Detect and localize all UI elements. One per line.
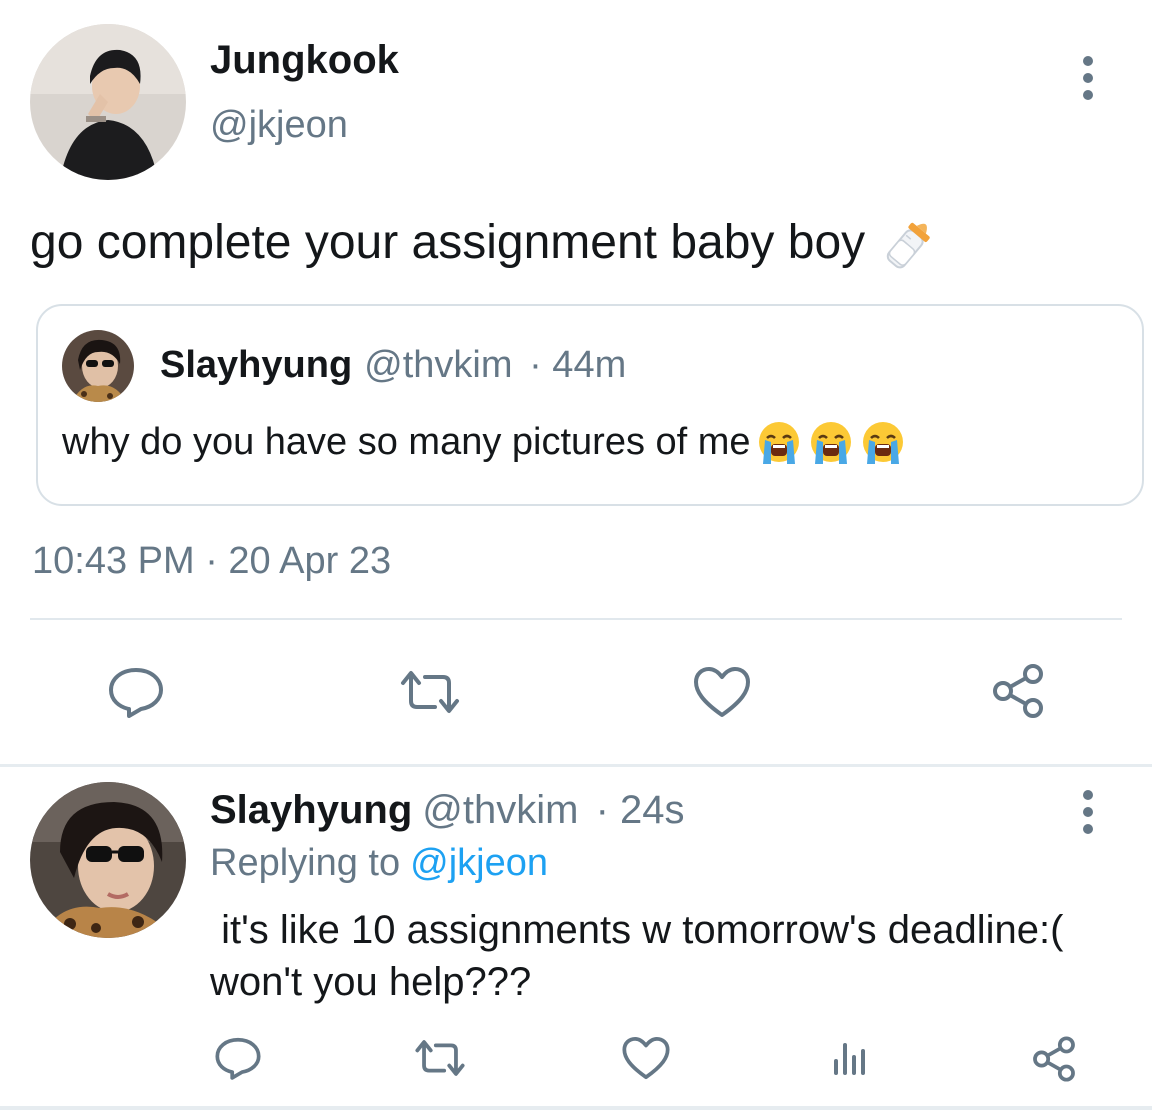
quoted-tweet-card[interactable] <box>36 304 1144 506</box>
reply-button[interactable] <box>100 662 172 722</box>
reply-author-name[interactable]: Slayhyung <box>210 788 412 832</box>
retweet-button[interactable] <box>390 662 470 722</box>
share-icon <box>1030 1035 1078 1083</box>
reply-tweet-body: it's like 10 assignments w tomorrow's de… <box>210 904 1140 1008</box>
section-divider <box>0 1106 1152 1110</box>
tweet-timestamp[interactable]: 10:43 PM · 20 Apr 23 <box>32 540 391 583</box>
crying-face-icon <box>859 418 907 466</box>
reply-icon <box>214 1036 262 1080</box>
divider <box>30 618 1122 620</box>
main-author-avatar[interactable] <box>30 24 186 180</box>
like-button[interactable] <box>618 1032 674 1084</box>
more-dot-icon <box>1083 90 1093 100</box>
reply-text-line: won't you help??? <box>210 960 532 1004</box>
share-icon <box>989 662 1047 720</box>
like-icon <box>621 1035 671 1081</box>
main-tweet-text: go complete your assignment baby boy <box>30 215 866 269</box>
reply-icon <box>107 666 165 718</box>
share-button[interactable] <box>1026 1032 1082 1086</box>
quoted-author-name: Slayhyung <box>160 344 353 386</box>
more-options-button[interactable] <box>1078 56 1098 100</box>
replying-to-mention[interactable]: @jkjeon <box>410 842 548 884</box>
reply-author-handle[interactable]: @thvkim <box>422 788 578 832</box>
retweet-button[interactable] <box>408 1034 472 1082</box>
reply-author-avatar[interactable] <box>30 782 186 938</box>
more-dot-icon <box>1083 790 1093 800</box>
retweet-icon <box>412 1037 468 1079</box>
quoted-tweet-header: Slayhyung @thvkim · 44m <box>160 344 626 387</box>
quoted-author-avatar <box>62 330 134 402</box>
main-tweet-body: go complete your assignment baby boy <box>30 210 943 274</box>
replying-to-label: Replying to <box>210 842 401 884</box>
baby-bottle-icon <box>879 210 943 274</box>
quoted-tweet-time: · 44m <box>529 344 627 386</box>
like-button[interactable] <box>686 662 758 722</box>
more-dot-icon <box>1083 807 1093 817</box>
main-author-name[interactable]: Jungkook <box>210 38 399 83</box>
reply-text-line: it's like 10 assignments w tomorrow's de… <box>210 908 1064 952</box>
section-divider <box>0 764 1152 767</box>
quoted-tweet-body: why do you have so many pictures of me <box>62 418 907 466</box>
crying-face-icon <box>755 418 803 466</box>
more-dot-icon <box>1083 73 1093 83</box>
crying-face-icon <box>807 418 855 466</box>
quoted-author-handle: @thvkim <box>364 344 513 386</box>
reply-tweet-time: · 24s <box>595 788 685 832</box>
analytics-button[interactable] <box>822 1032 878 1084</box>
more-dot-icon <box>1083 824 1093 834</box>
reply-button[interactable] <box>210 1032 266 1084</box>
reply-more-options-button[interactable] <box>1078 790 1098 834</box>
analytics-icon <box>830 1039 870 1077</box>
replying-to-line: Replying to @jkjeon <box>210 842 548 885</box>
share-button[interactable] <box>982 660 1054 722</box>
main-author-handle[interactable]: @jkjeon <box>210 104 348 147</box>
more-dot-icon <box>1083 56 1093 66</box>
like-icon <box>692 665 752 719</box>
quoted-tweet-text: why do you have so many pictures of me <box>62 420 751 463</box>
reply-tweet-header: Slayhyung @thvkim · 24s <box>210 788 685 833</box>
retweet-icon <box>397 667 463 717</box>
